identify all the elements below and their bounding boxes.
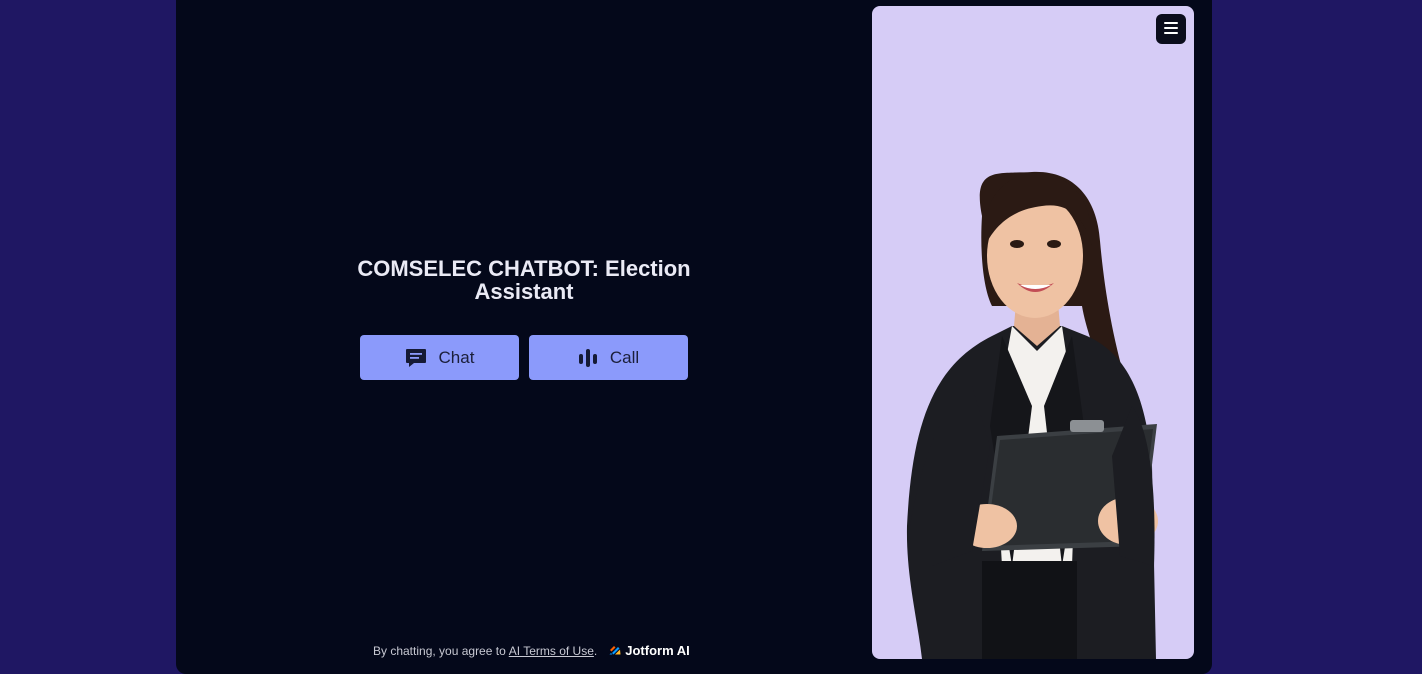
page-background: COMSELEC CHATBOT: Election Assistant Cha… (0, 0, 1422, 674)
welcome-pane: COMSELEC CHATBOT: Election Assistant Cha… (176, 0, 872, 674)
chat-container: COMSELEC CHATBOT: Election Assistant Cha… (176, 0, 1212, 674)
call-button-label: Call (609, 347, 640, 367)
hamburger-menu-icon (1163, 21, 1179, 38)
jotform-logo-icon (609, 643, 621, 658)
chat-button[interactable]: Chat (360, 335, 519, 380)
jotform-brand-label: Jotform AI (625, 643, 690, 658)
call-button[interactable]: Call (529, 335, 688, 380)
chat-bubble-icon (405, 348, 427, 368)
terms-footer: By chatting, you agree to AI Terms of Us… (373, 643, 690, 658)
page-title: COMSELEC CHATBOT: Election Assistant (357, 256, 691, 304)
audio-bars-icon (578, 348, 598, 368)
terms-link[interactable]: AI Terms of Use (509, 644, 594, 658)
terms-period: . (593, 643, 598, 658)
assistant-avatar-image (906, 171, 1158, 659)
avatar-panel (872, 6, 1194, 659)
terms-prefix: By chatting, you agree to (373, 643, 506, 658)
chat-button-label: Chat (438, 347, 475, 367)
menu-button[interactable] (1156, 14, 1186, 44)
jotform-brand[interactable]: Jotform AI (609, 643, 690, 658)
